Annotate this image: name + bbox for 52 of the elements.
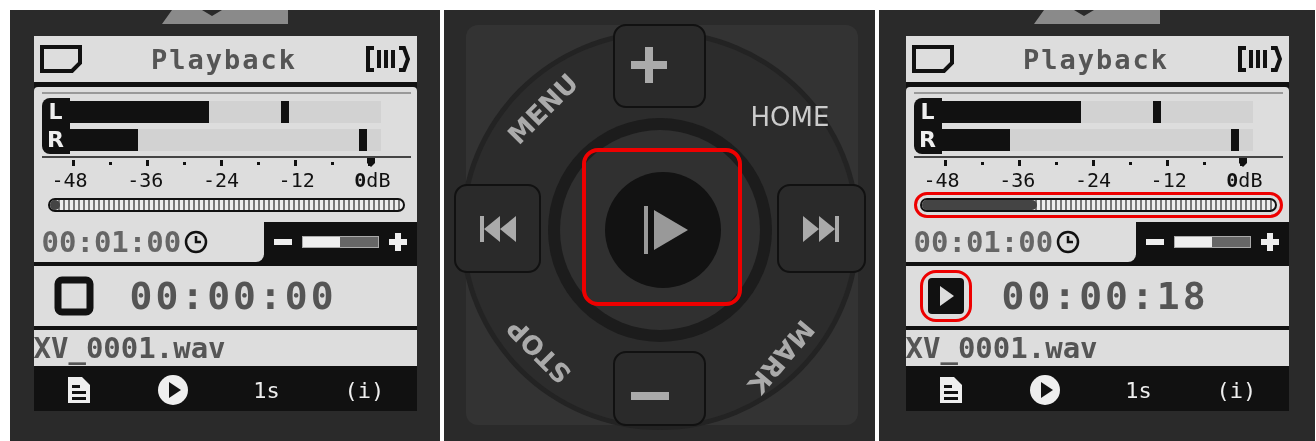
- file-name: XV_0001.wav: [905, 331, 1098, 365]
- footer-label: (i): [344, 377, 385, 403]
- button-label: HOME: [750, 101, 830, 132]
- memory-card-icon: [39, 45, 82, 73]
- channel-label: R: [47, 126, 64, 154]
- scale-label: -12: [1150, 168, 1187, 192]
- playback-time: 00:00:18: [1001, 274, 1209, 318]
- battery-icon: [1238, 46, 1283, 72]
- clock-icon: [183, 229, 210, 255]
- scale-label: 0dB: [354, 168, 391, 192]
- channel-label: L: [920, 98, 935, 126]
- screen-title: Playback: [1022, 43, 1169, 75]
- progress-track[interactable]: [47, 198, 405, 212]
- logo-icon: [1034, 10, 1160, 24]
- file-name: XV_0001.wav: [33, 331, 226, 365]
- logo-icon: [162, 10, 288, 24]
- prev-button[interactable]: [454, 184, 541, 273]
- minus-icon: [273, 239, 292, 245]
- battery-icon: [366, 46, 411, 72]
- channel-label: L: [48, 98, 63, 126]
- plus-icon: [388, 233, 407, 251]
- screen-title: Playback: [150, 43, 297, 75]
- scale-label: -48: [51, 168, 88, 192]
- clock-icon: [1055, 229, 1082, 255]
- footer-label: 1s: [1125, 377, 1152, 403]
- progress-track[interactable]: [919, 198, 1277, 212]
- play-button[interactable]: [605, 172, 721, 288]
- volume-slider[interactable]: [301, 236, 379, 248]
- volume-slider[interactable]: [1173, 236, 1251, 248]
- timer-value: 00:01:00: [41, 225, 182, 259]
- play-circle-icon: [156, 374, 189, 406]
- playback-time: 00:00:00: [129, 274, 337, 318]
- scale-label: -48: [923, 168, 960, 192]
- minus-button[interactable]: [613, 351, 706, 426]
- footer-label: 1s: [253, 377, 280, 403]
- plus-button[interactable]: [613, 24, 706, 108]
- scale-label: -24: [1074, 168, 1112, 192]
- scale-label: 0dB: [1226, 168, 1263, 192]
- play-circle-icon: [1028, 374, 1061, 406]
- channel-label: R: [919, 126, 936, 154]
- document-icon: [65, 375, 92, 405]
- scale-label: -36: [999, 168, 1036, 192]
- scale-label: -24: [202, 168, 240, 192]
- scale-label: -36: [127, 168, 164, 192]
- timer-value: 00:01:00: [913, 225, 1054, 259]
- footer-label: (i): [1216, 377, 1257, 403]
- memory-card-icon: [911, 45, 954, 73]
- scale-label: -12: [278, 168, 315, 192]
- minus-icon: [1145, 239, 1164, 245]
- plus-icon: [1260, 233, 1279, 251]
- document-icon: [937, 375, 964, 405]
- next-button[interactable]: [777, 184, 866, 273]
